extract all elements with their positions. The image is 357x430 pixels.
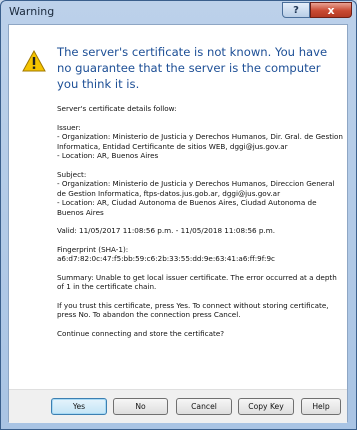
confirmation-question: Continue connecting and store the certif… [57,328,225,338]
details-intro: Server's certificate details follow: [57,104,177,113]
no-button[interactable]: No [113,398,168,415]
warning-icon [22,50,46,72]
subject-heading: Subject: [57,169,87,179]
issuer-location: - Location: AR, Buenos Aires [57,151,159,160]
warning-dialog: Warning ? x The server's certificate is … [0,0,357,430]
error-summary: Summary: Unable to get local issuer cert… [57,272,337,292]
certificate-details: Server's certificate details follow: Iss… [57,104,343,338]
warning-headline: The server's certificate is not known. Y… [57,45,328,91]
copy-key-button[interactable]: Copy Key [238,398,294,415]
subject-location: - Location: AR, Ciudad Autonoma de Bueno… [57,198,317,217]
validity-period: Valid: 11/05/2017 11:08:56 p.m. - 11/05/… [57,226,276,235]
cancel-button[interactable]: Cancel [176,398,232,415]
yes-button[interactable]: Yes [51,398,107,415]
close-button[interactable]: x [310,2,352,18]
help-button[interactable]: Help [301,398,341,415]
issuer-organization: - Organization: Ministerio de Justicia y… [57,132,343,151]
help-title-button[interactable]: ? [282,2,310,18]
dialog-body: The server's certificate is not known. Y… [8,24,348,423]
instructions: If you trust this certificate, press Yes… [57,300,329,320]
button-bar: Yes No Cancel Copy Key Help [9,389,347,423]
title-bar[interactable]: Warning ? x [1,1,356,23]
issuer-heading: Issuer: [57,122,81,132]
fingerprint-value: a6:d7:82:0c:47:f5:bb:59:c6:2b:33:55:dd:9… [57,254,275,263]
subject-organization: - Organization: Ministerio de Justicia y… [57,179,335,198]
window-title: Warning [9,5,55,18]
fingerprint-heading: Fingerprint (SHA-1): [57,244,129,254]
